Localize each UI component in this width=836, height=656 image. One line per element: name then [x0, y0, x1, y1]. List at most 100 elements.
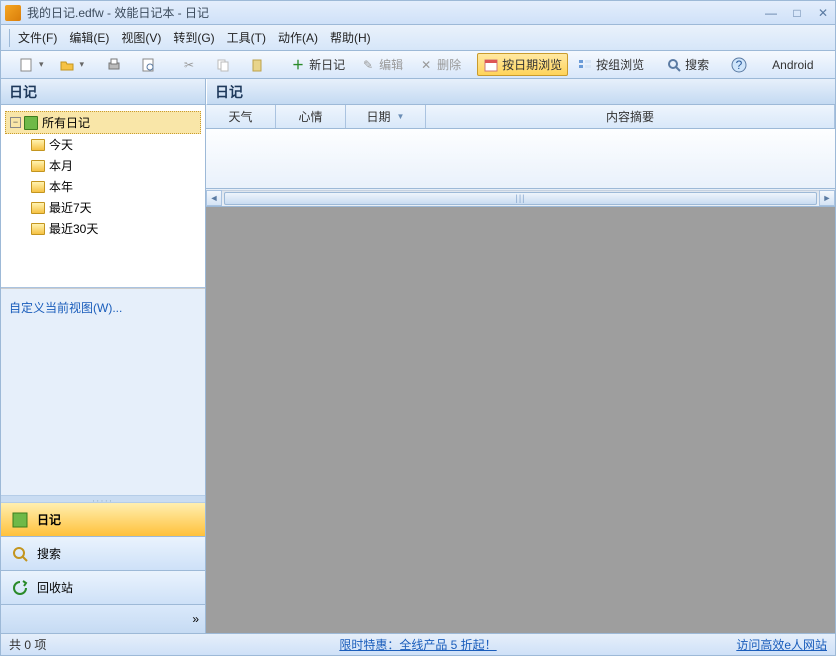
- print-icon: [106, 57, 122, 73]
- status-count: 共 0 项: [9, 636, 46, 653]
- minimize-button[interactable]: —: [763, 6, 779, 20]
- col-summary[interactable]: 内容摘要: [426, 105, 835, 128]
- pencil-icon: ✎: [360, 57, 376, 73]
- nav-more-icon[interactable]: »: [192, 612, 199, 626]
- splitter-handle[interactable]: ∙∙∙∙∙: [1, 495, 205, 503]
- tree-item-year[interactable]: 本年: [27, 176, 201, 197]
- calendar-icon: [483, 57, 499, 73]
- tree-item-month[interactable]: 本月: [27, 155, 201, 176]
- nav-footer: »: [1, 605, 205, 633]
- print-preview-icon: [140, 57, 156, 73]
- promo-link[interactable]: 限时特惠：全线产品 5 折起！: [339, 636, 496, 653]
- plus-icon: ＋: [290, 57, 306, 73]
- diary-nav-icon: [11, 511, 29, 529]
- search-button[interactable]: 搜索: [660, 53, 715, 76]
- menu-help[interactable]: 帮助(H): [324, 27, 377, 48]
- print-button[interactable]: [100, 54, 131, 76]
- diary-icon: [24, 116, 38, 130]
- scroll-track[interactable]: |||: [222, 190, 819, 206]
- help-icon: ?: [731, 57, 747, 73]
- content-area: 日记 天气 心情 日期 内容摘要 ◄ ||| ►: [206, 79, 835, 633]
- search-icon: [666, 57, 682, 73]
- scroll-right-icon[interactable]: ►: [819, 190, 835, 206]
- menu-edit[interactable]: 编辑(E): [63, 27, 115, 48]
- collapse-icon[interactable]: −: [10, 117, 21, 128]
- search-label: 搜索: [685, 56, 709, 73]
- tree-view[interactable]: − 所有日记 今天 本月 本年 最近7天 最近30天: [1, 105, 205, 288]
- copy-icon: [215, 57, 231, 73]
- nav-search[interactable]: 搜索: [1, 537, 205, 571]
- tree-item-today[interactable]: 今天: [27, 134, 201, 155]
- menu-view[interactable]: 视图(V): [115, 27, 167, 48]
- content-title: 日记: [206, 79, 835, 105]
- tree-root-label: 所有日记: [42, 114, 90, 131]
- edit-diary-label: 编辑: [379, 56, 403, 73]
- delete-button[interactable]: ✕删除: [412, 53, 467, 76]
- scroll-thumb[interactable]: |||: [224, 192, 817, 205]
- tree-item-30days[interactable]: 最近30天: [27, 218, 201, 239]
- browse-by-date-label: 按日期浏览: [502, 56, 562, 73]
- menu-goto[interactable]: 转到(G): [167, 27, 220, 48]
- menu-tools[interactable]: 工具(T): [221, 27, 272, 48]
- new-file-button[interactable]: ▾: [12, 54, 50, 76]
- customize-link[interactable]: 自定义当前视图(W)...: [9, 301, 122, 315]
- paste-button[interactable]: [243, 54, 274, 76]
- folder-icon: [31, 160, 45, 172]
- edit-diary-button[interactable]: ✎编辑: [354, 53, 409, 76]
- new-diary-button[interactable]: ＋新日记: [284, 53, 351, 76]
- svg-text:?: ?: [736, 58, 743, 72]
- browse-by-date-button[interactable]: 按日期浏览: [477, 53, 568, 76]
- browse-by-group-label: 按组浏览: [596, 56, 644, 73]
- folder-icon: [31, 139, 45, 151]
- print-preview-button[interactable]: [134, 54, 165, 76]
- preview-pane: [206, 207, 835, 633]
- android-button[interactable]: Android: [766, 55, 819, 75]
- sidebar-title: 日记: [1, 79, 205, 105]
- customize-view: 自定义当前视图(W)...: [1, 288, 205, 326]
- group-icon: [577, 57, 593, 73]
- sidebar: 日记 − 所有日记 今天 本月 本年 最近7天 最近30天 自定义当前视图(W)…: [1, 79, 206, 633]
- col-weather[interactable]: 天气: [206, 105, 276, 128]
- open-folder-icon: [59, 57, 75, 73]
- folder-icon: [31, 223, 45, 235]
- nav-recycle[interactable]: 回收站: [1, 571, 205, 605]
- help-button[interactable]: ?: [725, 54, 756, 76]
- status-bar: 共 0 项 限时特惠：全线产品 5 折起！ 访问高效e人网站: [1, 633, 835, 655]
- menu-action[interactable]: 动作(A): [272, 27, 324, 48]
- col-date[interactable]: 日期: [346, 105, 426, 128]
- open-button[interactable]: ▾: [53, 54, 91, 76]
- window-title: 我的日记.edfw - 效能日记本 - 日记: [27, 4, 763, 21]
- site-link[interactable]: 访问高效e人网站: [736, 636, 827, 653]
- new-diary-label: 新日记: [309, 56, 345, 73]
- tree-root[interactable]: − 所有日记: [5, 111, 201, 134]
- delete-icon: ✕: [418, 57, 434, 73]
- copy-button[interactable]: [209, 54, 240, 76]
- scroll-left-icon[interactable]: ◄: [206, 190, 222, 206]
- main-area: 日记 − 所有日记 今天 本月 本年 最近7天 最近30天 自定义当前视图(W)…: [1, 79, 835, 633]
- nav-diary[interactable]: 日记: [1, 503, 205, 537]
- new-file-icon: [18, 57, 34, 73]
- toolbar: ▾ ▾ ✂ ＋新日记 ✎编辑 ✕删除 按日期浏览 按组浏览 搜索 ? Andro…: [1, 51, 835, 79]
- close-button[interactable]: ✕: [815, 6, 831, 20]
- horizontal-scrollbar[interactable]: ◄ ||| ►: [206, 189, 835, 207]
- folder-icon: [31, 202, 45, 214]
- recycle-nav-icon: [11, 579, 29, 597]
- menu-bar: 文件(F) 编辑(E) 视图(V) 转到(G) 工具(T) 动作(A) 帮助(H…: [1, 25, 835, 51]
- tree-item-7days[interactable]: 最近7天: [27, 197, 201, 218]
- cut-button[interactable]: ✂: [175, 54, 206, 76]
- android-label: Android: [772, 58, 813, 72]
- grid-body[interactable]: [206, 129, 835, 189]
- folder-icon: [31, 181, 45, 193]
- paste-icon: [249, 57, 265, 73]
- grid-header: 天气 心情 日期 内容摘要: [206, 105, 835, 129]
- app-icon: [5, 5, 21, 21]
- maximize-button[interactable]: □: [789, 6, 805, 20]
- cut-icon: ✂: [181, 57, 197, 73]
- col-mood[interactable]: 心情: [276, 105, 346, 128]
- delete-label: 删除: [437, 56, 461, 73]
- title-bar: 我的日记.edfw - 效能日记本 - 日记 — □ ✕: [1, 1, 835, 25]
- skin-button[interactable]: 界面风格▾: [830, 53, 836, 76]
- browse-by-group-button[interactable]: 按组浏览: [571, 53, 650, 76]
- nav-section: 日记 搜索 回收站: [1, 503, 205, 605]
- menu-file[interactable]: 文件(F): [12, 27, 63, 48]
